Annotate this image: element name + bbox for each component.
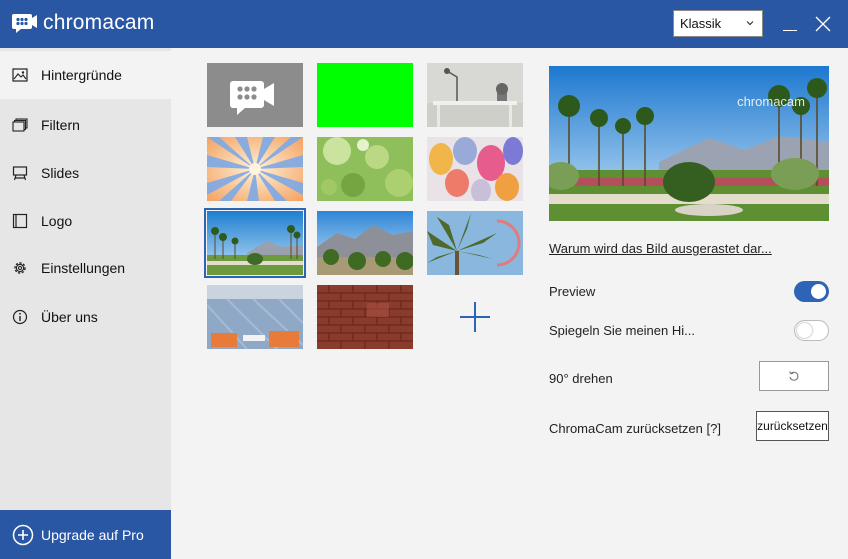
mode-dropdown-value: Klassik bbox=[680, 16, 722, 31]
chromacam-camera-icon bbox=[230, 81, 274, 115]
mirror-label: Spiegeln Sie meinen Hi... bbox=[549, 323, 695, 338]
preview-toggle[interactable] bbox=[794, 281, 829, 302]
info-icon bbox=[12, 309, 28, 325]
chevron-down-icon bbox=[746, 21, 754, 26]
add-background-button[interactable] bbox=[427, 285, 523, 349]
palm-park-image bbox=[207, 211, 303, 275]
plus-circle-icon bbox=[12, 524, 34, 545]
toggle-knob bbox=[811, 284, 826, 299]
camera-preview: chromacam bbox=[549, 66, 829, 221]
camera-logo-icon bbox=[12, 14, 37, 33]
rotate-label: 90° drehen bbox=[549, 371, 613, 386]
sidebar-item-logo[interactable]: Logo bbox=[0, 197, 171, 245]
sidebar-item-label: Über uns bbox=[41, 309, 98, 325]
why-pixelated-link[interactable]: Warum wird das Bild ausgerastet dar... bbox=[549, 241, 772, 256]
sidebar: Hintergründe Filtern Slides Logo Einstel… bbox=[0, 48, 171, 559]
sidebar-item-label: Einstellungen bbox=[41, 260, 126, 276]
background-tile-office-desk[interactable] bbox=[427, 63, 523, 127]
sidebar-item-label: Slides bbox=[41, 165, 80, 181]
rotate-icon bbox=[789, 371, 799, 381]
app-logo: chromacam bbox=[12, 11, 155, 35]
gear-icon bbox=[14, 262, 26, 274]
background-tile-brick-wall[interactable] bbox=[317, 285, 413, 349]
close-icon[interactable] bbox=[815, 16, 831, 32]
mode-dropdown[interactable]: Klassik bbox=[673, 10, 763, 37]
balloons-image bbox=[427, 137, 523, 201]
preview-image bbox=[549, 66, 829, 221]
layers-icon bbox=[12, 118, 28, 132]
title-bar: chromacam Klassik bbox=[0, 0, 848, 48]
background-tile-palm-sky[interactable] bbox=[427, 211, 523, 275]
brick-wall-image bbox=[317, 285, 413, 349]
background-tile-office-room[interactable] bbox=[207, 285, 303, 349]
mirror-toggle[interactable] bbox=[794, 320, 829, 341]
sunburst-image bbox=[207, 137, 303, 201]
sidebar-item-slides[interactable]: Slides bbox=[0, 149, 171, 197]
reset-button[interactable]: zurücksetzen bbox=[756, 411, 829, 441]
sidebar-item-backgrounds[interactable]: Hintergründe bbox=[0, 51, 171, 99]
sidebar-item-settings[interactable]: Einstellungen bbox=[0, 244, 171, 292]
bokeh-image bbox=[317, 137, 413, 201]
app-title: chromacam bbox=[43, 11, 155, 34]
image-icon bbox=[12, 68, 28, 82]
sidebar-item-label: Logo bbox=[41, 213, 73, 229]
sidebar-item-filters[interactable]: Filtern bbox=[0, 101, 171, 149]
background-tile-sunburst[interactable] bbox=[207, 137, 303, 201]
background-tile-palm-park[interactable] bbox=[204, 208, 306, 278]
square-icon bbox=[12, 213, 28, 229]
upgrade-button[interactable]: Upgrade auf Pro bbox=[0, 510, 171, 559]
palm-sky-image bbox=[427, 211, 523, 275]
reset-label: ChromaCam zurücksetzen [?] bbox=[549, 421, 721, 436]
upgrade-label: Upgrade auf Pro bbox=[41, 526, 144, 543]
sidebar-item-label: Hintergründe bbox=[41, 67, 122, 83]
background-tile-green-screen[interactable] bbox=[317, 63, 413, 127]
easel-icon bbox=[12, 166, 28, 181]
office-room-image bbox=[207, 285, 303, 349]
background-tile-chromacam[interactable] bbox=[207, 63, 303, 127]
sidebar-item-about[interactable]: Über uns bbox=[0, 293, 171, 341]
office-desk-image bbox=[427, 63, 523, 127]
sidebar-item-label: Filtern bbox=[41, 117, 80, 133]
minimize-button[interactable] bbox=[783, 30, 797, 31]
background-tile-balloons[interactable] bbox=[427, 137, 523, 201]
rotate-button[interactable] bbox=[759, 361, 829, 391]
plus-icon bbox=[460, 302, 490, 332]
background-tile-bokeh[interactable] bbox=[317, 137, 413, 201]
desert-mountains-image bbox=[317, 211, 413, 275]
background-tile-desert-mountains[interactable] bbox=[317, 211, 413, 275]
preview-label: Preview bbox=[549, 284, 596, 299]
preview-watermark: chromacam bbox=[737, 94, 805, 109]
toggle-knob bbox=[797, 323, 812, 338]
